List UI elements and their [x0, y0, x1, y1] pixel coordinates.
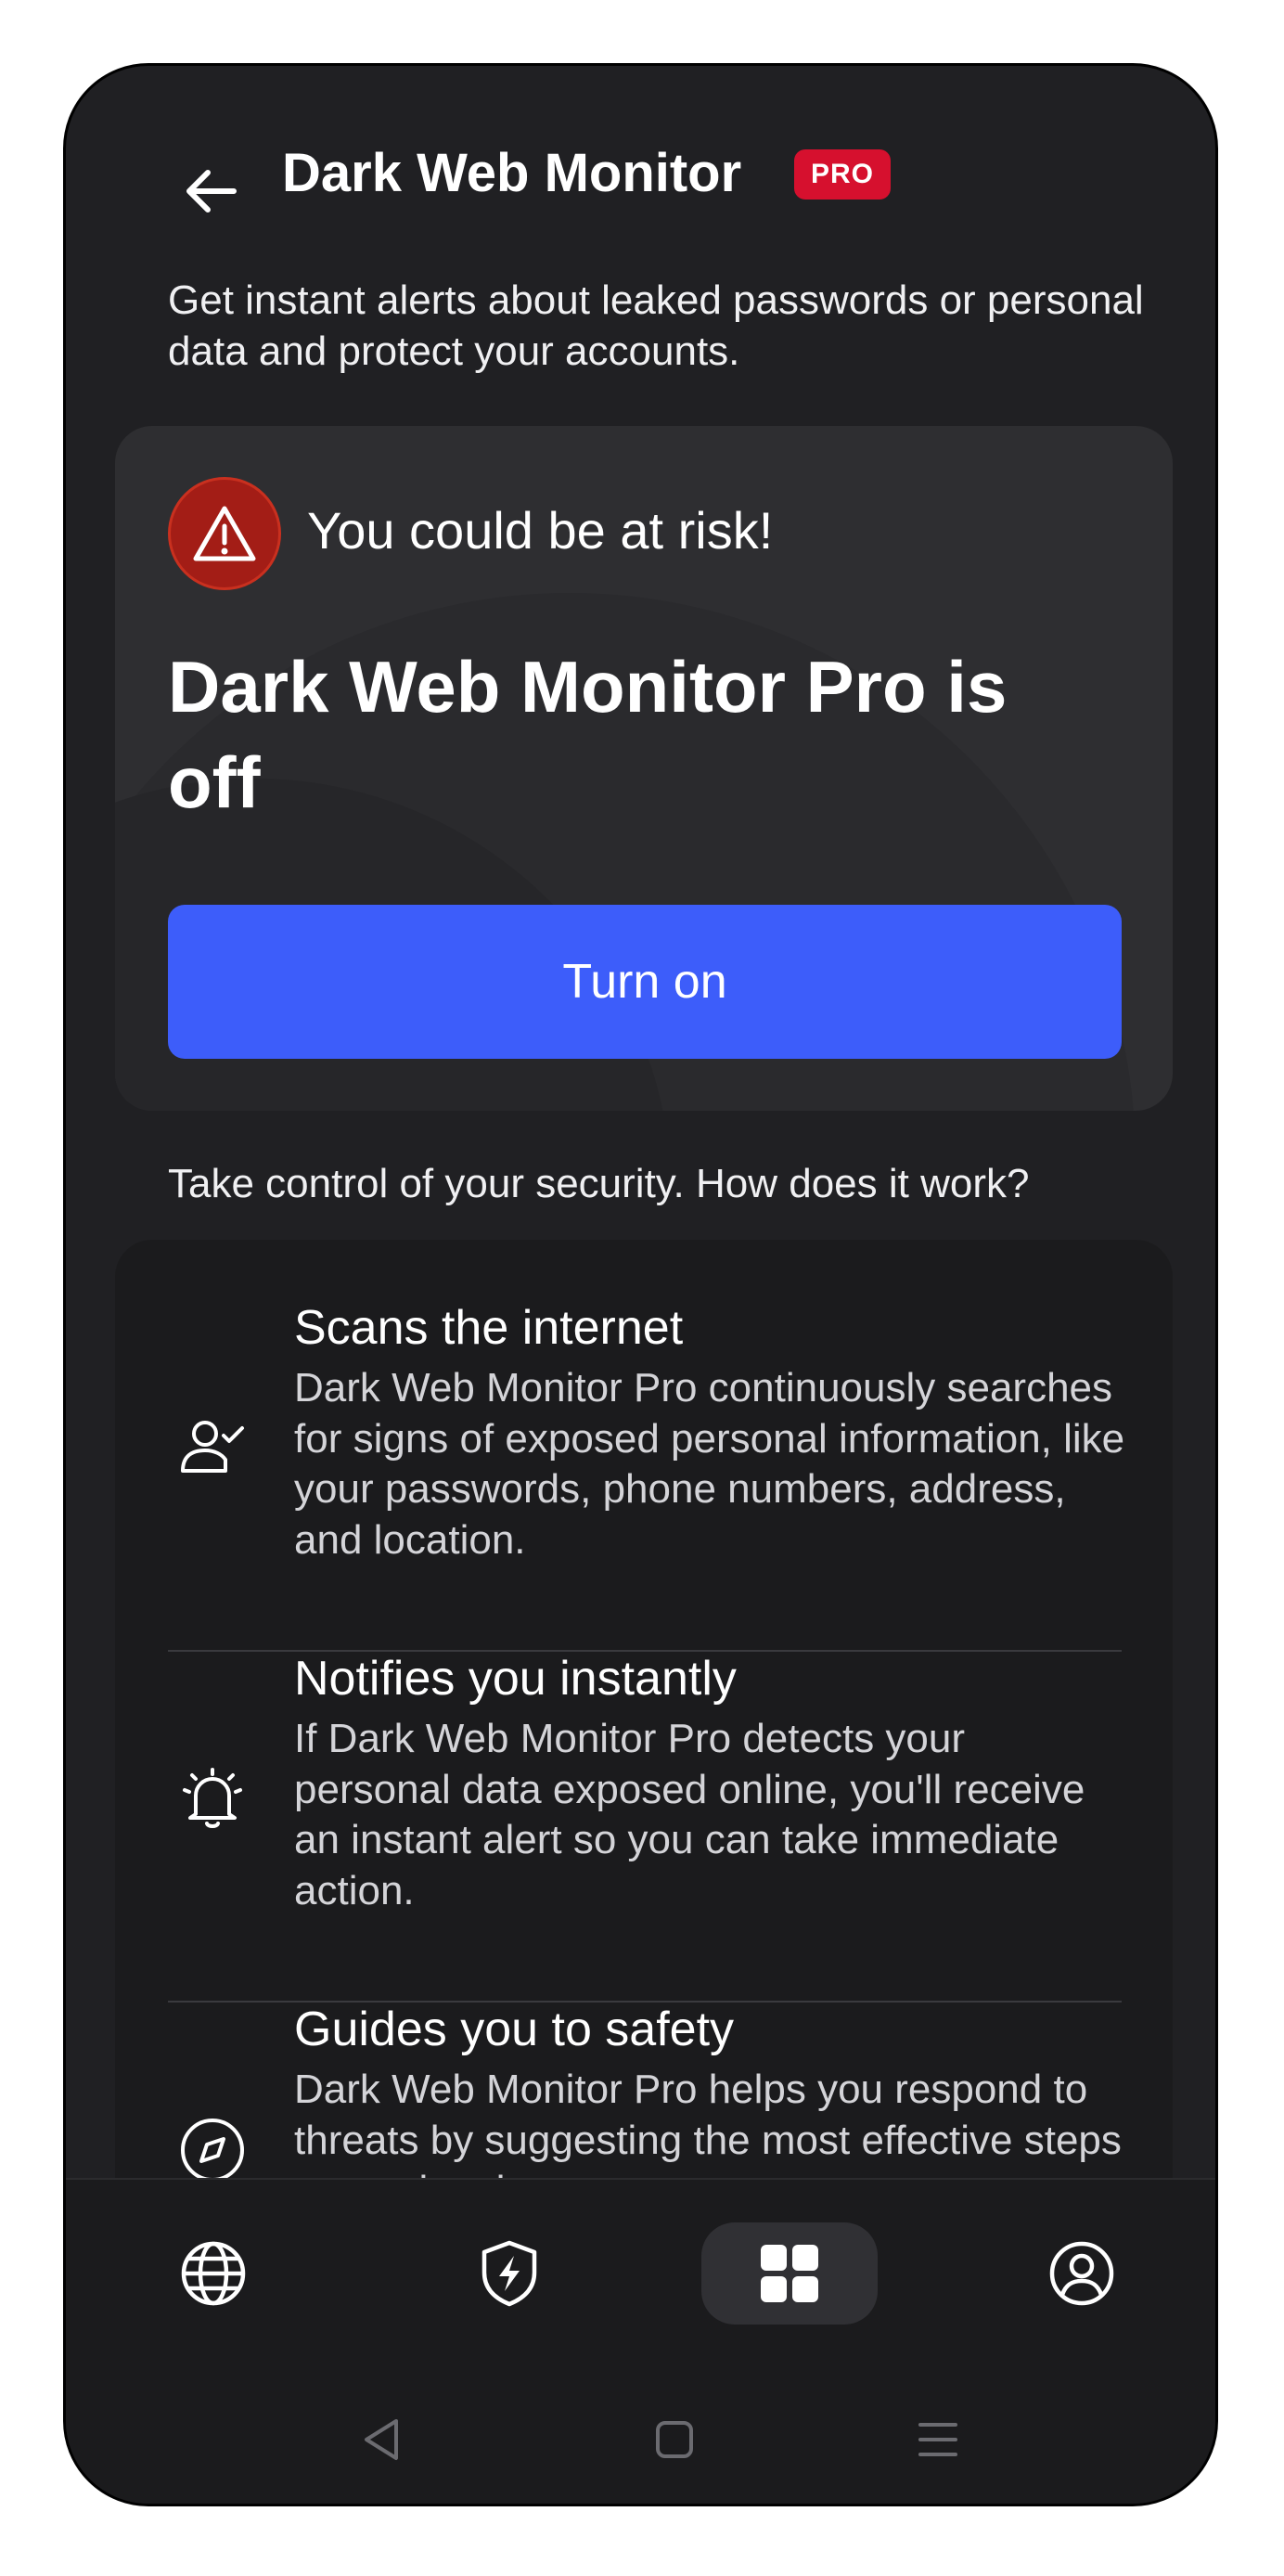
status-title: Dark Web Monitor Pro is off — [168, 646, 1008, 823]
system-navigation-bar — [66, 2402, 1215, 2495]
how-it-works-heading: Take control of your security. How does … — [168, 1161, 1030, 1206]
bell-ringing-icon — [171, 1758, 254, 1841]
warning-triangle-icon — [193, 506, 256, 561]
feature-description: Dark Web Monitor Pro continuously search… — [294, 1365, 1125, 1563]
nav-protection[interactable] — [421, 2222, 597, 2325]
system-recents-button[interactable] — [901, 2402, 975, 2477]
feature-title: Guides you to safety — [294, 2003, 735, 2056]
nav-profile[interactable] — [994, 2222, 1170, 2325]
recents-menu-icon — [918, 2423, 957, 2456]
home-square-icon — [656, 2421, 693, 2458]
warning-badge — [168, 477, 281, 590]
bottom-navigation — [66, 2178, 1215, 2504]
page-subtitle: Get instant alerts about leaked password… — [168, 277, 1144, 374]
globe-icon — [181, 2241, 246, 2306]
page-title: Dark Web Monitor — [282, 143, 742, 203]
system-back-button[interactable] — [344, 2402, 418, 2477]
arrow-left-icon — [186, 170, 237, 213]
features-list: Scans the internet Dark Web Monitor Pro … — [115, 1240, 1173, 2260]
back-button[interactable] — [159, 140, 261, 242]
header: Dark Web Monitor PRO — [66, 66, 1215, 279]
risk-warning-text: You could be at risk! — [307, 501, 774, 560]
feature-title: Notifies you instantly — [294, 1652, 737, 1706]
feature-title: Scans the internet — [294, 1301, 684, 1355]
grid-icon — [761, 2245, 818, 2302]
back-triangle-icon — [365, 2419, 398, 2460]
shield-bolt-icon — [482, 2240, 537, 2307]
user-check-icon — [171, 1407, 254, 1490]
profile-icon — [1049, 2241, 1114, 2306]
system-home-button[interactable] — [637, 2402, 712, 2477]
feature-description: If Dark Web Monitor Pro detects your per… — [294, 1716, 1085, 1913]
nav-globe[interactable] — [125, 2222, 302, 2325]
phone-frame: Dark Web Monitor PRO Get instant alerts … — [63, 63, 1218, 2506]
pro-badge: PRO — [794, 149, 892, 200]
turn-on-button[interactable]: Turn on — [168, 905, 1122, 1059]
nav-dashboard[interactable] — [701, 2222, 878, 2325]
risk-card: You could be at risk! Dark Web Monitor P… — [115, 426, 1173, 1111]
